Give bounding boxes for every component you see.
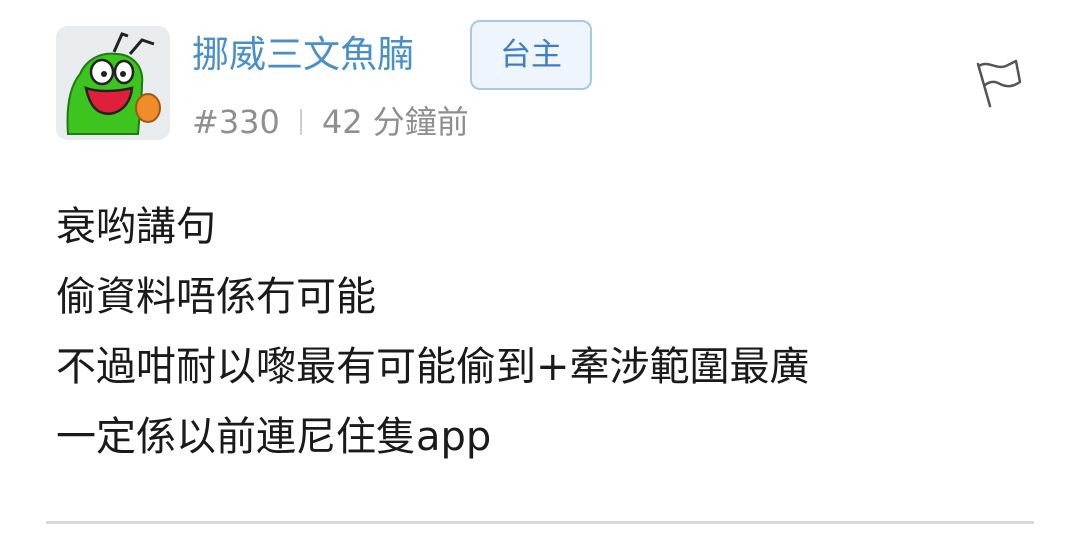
report-button[interactable]: [970, 56, 1024, 110]
content-line: 一定係以前連尼住隻app: [56, 414, 492, 460]
content-line: 不過咁耐以嚟最有可能偷到+牽涉範圍最廣: [56, 344, 810, 390]
post-content: 衰哟講句 偷資料唔係冇可能 不過咁耐以嚟最有可能偷到+牽涉範圍最廣 一定係以前連…: [56, 192, 1036, 472]
content-line: 衰哟講句: [56, 204, 216, 250]
user-avatar[interactable]: [56, 26, 170, 140]
green-frog-avatar-icon: [56, 26, 170, 140]
post-time: 42 分鐘前: [321, 103, 469, 141]
flag-icon: [976, 59, 1022, 108]
floor-number[interactable]: #330: [192, 100, 280, 144]
post-divider: [46, 521, 1034, 524]
post-item: 挪威三文魚腩 台主 #330 42 分鐘前 衰哟講句 偷資料唔係冇可能 不過咁耐…: [0, 0, 1080, 538]
username-link[interactable]: 挪威三文魚腩: [192, 30, 414, 80]
meta-divider: [299, 109, 302, 135]
content-line: 偷資料唔係冇可能: [56, 274, 376, 320]
post-meta: #330 42 分鐘前: [192, 100, 469, 144]
op-badge: 台主: [470, 20, 592, 90]
